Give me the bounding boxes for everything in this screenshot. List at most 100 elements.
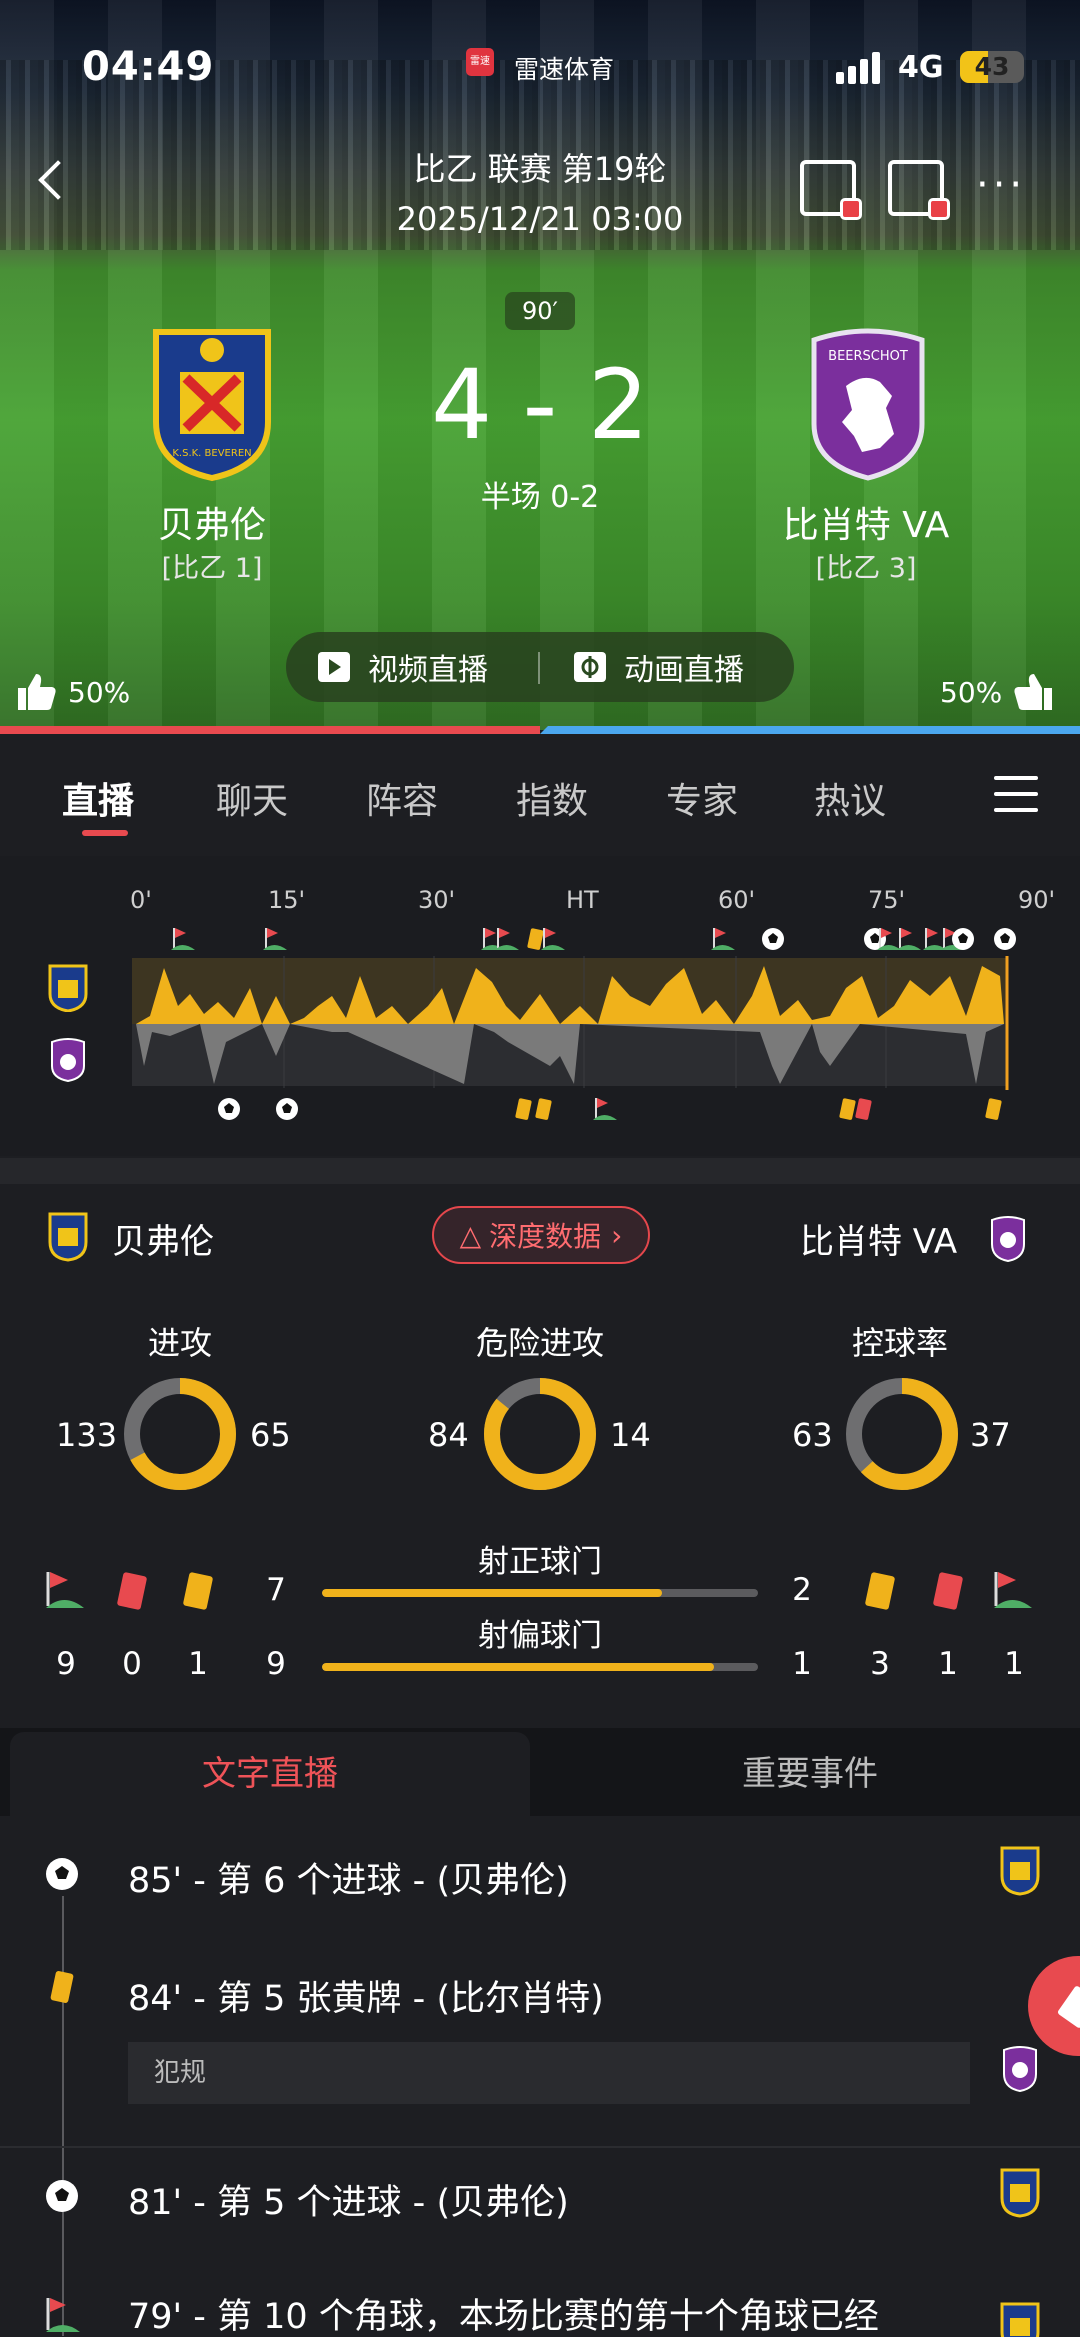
away-red-cards: 1 bbox=[938, 1646, 958, 1682]
away-corners: 1 bbox=[1004, 1646, 1024, 1682]
more-icon[interactable]: ··· bbox=[976, 165, 1026, 205]
home-crest-icon bbox=[1000, 1846, 1040, 1896]
away-crest-icon[interactable]: BEERSCHOT bbox=[806, 326, 930, 482]
match-header: 04:49 雷速 雷速体育 4G 43 比乙 联赛 第19轮 2025/12/2… bbox=[0, 0, 1080, 730]
tab-lineup[interactable]: 阵容 bbox=[366, 772, 438, 824]
tab-text-live[interactable]: 文字直播 bbox=[10, 1732, 530, 1816]
football-icon bbox=[762, 928, 784, 950]
list-item[interactable]: 79' - 第 10 个角球，本场比赛的第十个角球已经 bbox=[0, 2252, 1080, 2337]
football-icon bbox=[994, 928, 1016, 950]
possession-title: 控球率 bbox=[851, 1324, 948, 1362]
video-live-label: 视频直播 bbox=[368, 653, 488, 688]
off-target-bar bbox=[322, 1663, 758, 1671]
off-target-home: 9 bbox=[266, 1646, 286, 1682]
list-item[interactable]: 85' - 第 6 个进球 - (贝弗伦) bbox=[0, 1816, 1080, 1934]
away-crest-icon bbox=[1003, 2046, 1037, 2092]
event-text: 84' - 第 5 张黄牌 - (比尔肖特) bbox=[128, 1979, 604, 2019]
tab-experts[interactable]: 专家 bbox=[666, 772, 738, 824]
deep-data-button[interactable]: △ 深度数据 › bbox=[432, 1206, 650, 1264]
football-icon bbox=[46, 1858, 78, 1890]
corner-flag-icon bbox=[46, 2298, 80, 2332]
tab-live[interactable]: 直播 bbox=[62, 772, 134, 824]
corner-flag-icon bbox=[541, 928, 565, 950]
football-icon bbox=[218, 1098, 240, 1120]
away-team-name[interactable]: 比肖特 VA bbox=[716, 496, 1016, 548]
home-vote-bar bbox=[0, 726, 540, 734]
list-item[interactable]: 81' - 第 5 个进球 - (贝弗伦) bbox=[0, 2148, 1080, 2252]
stats-home-name: 贝弗伦 bbox=[112, 1222, 214, 1262]
clock: 04:49 bbox=[82, 44, 215, 90]
battery-level: 43 bbox=[974, 52, 1010, 81]
video-live-button[interactable]: 视频直播 bbox=[318, 632, 488, 702]
dangerous-attack-title: 危险进攻 bbox=[475, 1324, 604, 1362]
home-crest-icon bbox=[48, 964, 88, 1012]
event-text: 85' - 第 6 个进球 - (贝弗伦) bbox=[128, 1861, 569, 1901]
deep-data-label: 深度数据 bbox=[489, 1220, 602, 1253]
football-icon bbox=[276, 1098, 298, 1120]
active-tab-indicator bbox=[82, 830, 128, 836]
possession-ring bbox=[846, 1378, 958, 1490]
live-stream-switch: 视频直播 动画直播 bbox=[286, 632, 794, 702]
football-icon bbox=[46, 2180, 78, 2212]
network-type: 4G bbox=[898, 50, 944, 85]
corner-flag-icon bbox=[171, 928, 195, 950]
signal-icon bbox=[836, 52, 882, 84]
home-yellow-cards: 1 bbox=[188, 1646, 208, 1682]
tab-odds[interactable]: 指数 bbox=[516, 772, 588, 824]
animation-pitch-icon bbox=[574, 652, 606, 682]
dangerous-attack-home: 84 bbox=[428, 1416, 469, 1454]
attack-title: 进攻 bbox=[147, 1324, 212, 1362]
portrait-screen-icon[interactable] bbox=[800, 160, 862, 220]
tab-key-events[interactable]: 重要事件 bbox=[540, 1732, 1080, 1816]
home-vote[interactable]: 50% bbox=[16, 672, 130, 712]
on-target-label: 射正球门 bbox=[478, 1544, 602, 1580]
away-crest-lettering: BEERSCHOT bbox=[828, 349, 908, 364]
home-crest-icon bbox=[48, 1212, 88, 1262]
off-target-away: 1 bbox=[792, 1646, 812, 1682]
corner-flag-icon bbox=[593, 1098, 617, 1120]
yellow-card-icon bbox=[985, 1098, 1002, 1120]
away-team-rank: [比乙 3] bbox=[815, 553, 917, 584]
home-crest-icon bbox=[1000, 2302, 1040, 2337]
chevron-right-icon: › bbox=[611, 1218, 623, 1252]
home-team-name[interactable]: 贝弗伦 bbox=[62, 496, 362, 548]
event-feed: 85' - 第 6 个进球 - (贝弗伦) 84' - 第 5 张黄牌 - (比… bbox=[0, 1816, 1080, 2337]
text-live-tabs: 文字直播 重要事件 bbox=[0, 1728, 1080, 1816]
pip-window-icon[interactable] bbox=[888, 160, 950, 220]
match-minute: 90′ bbox=[505, 292, 575, 330]
home-red-cards: 0 bbox=[122, 1646, 142, 1682]
main-tabs: 直播 聊天 阵容 指数 专家 热议 bbox=[0, 734, 1080, 854]
tab-chat[interactable]: 聊天 bbox=[216, 772, 288, 824]
attack-away: 65 bbox=[250, 1416, 291, 1454]
warning-icon: △ bbox=[459, 1218, 482, 1252]
home-crest-icon[interactable]: K.S.K. BEVEREN bbox=[150, 326, 274, 482]
away-crest-icon bbox=[51, 1038, 85, 1082]
momentum-chart: 0' 15' 30' HT 60' 75' 90' bbox=[0, 856, 1080, 1156]
away-yellow-cards: 3 bbox=[870, 1646, 890, 1682]
away-vote-percent: 50% bbox=[940, 675, 1003, 709]
yellow-card-icon bbox=[535, 1098, 552, 1120]
menu-icon[interactable] bbox=[994, 776, 1038, 812]
animation-live-label: 动画直播 bbox=[624, 653, 744, 688]
app-logo-icon: 雷速 bbox=[466, 48, 494, 76]
section-divider bbox=[0, 1158, 1080, 1184]
corner-flag-icon bbox=[495, 928, 519, 950]
home-corners: 9 bbox=[56, 1646, 76, 1682]
animation-live-button[interactable]: 动画直播 bbox=[574, 632, 744, 702]
away-vote[interactable]: 50% bbox=[940, 672, 1054, 712]
event-text: 81' - 第 5 个进球 - (贝弗伦) bbox=[128, 2183, 569, 2223]
on-target-away: 2 bbox=[792, 1572, 812, 1608]
on-target-bar bbox=[322, 1589, 758, 1597]
stats-away-name: 比肖特 VA bbox=[800, 1222, 958, 1262]
away-crest-icon bbox=[991, 1216, 1025, 1262]
corner-flag-icon bbox=[711, 928, 735, 950]
tab-discussion[interactable]: 热议 bbox=[814, 772, 886, 824]
possession-home: 63 bbox=[792, 1416, 833, 1454]
possession-away: 37 bbox=[970, 1416, 1011, 1454]
on-target-home: 7 bbox=[266, 1572, 286, 1608]
event-detail: 犯规 bbox=[128, 2042, 970, 2104]
list-item[interactable]: 84' - 第 5 张黄牌 - (比尔肖特) 犯规 bbox=[0, 1934, 1080, 2124]
corner-flag-icon bbox=[897, 928, 921, 950]
event-text: 79' - 第 10 个角球，本场比赛的第十个角球已经 bbox=[128, 2297, 879, 2337]
dangerous-attack-ring bbox=[484, 1378, 596, 1490]
